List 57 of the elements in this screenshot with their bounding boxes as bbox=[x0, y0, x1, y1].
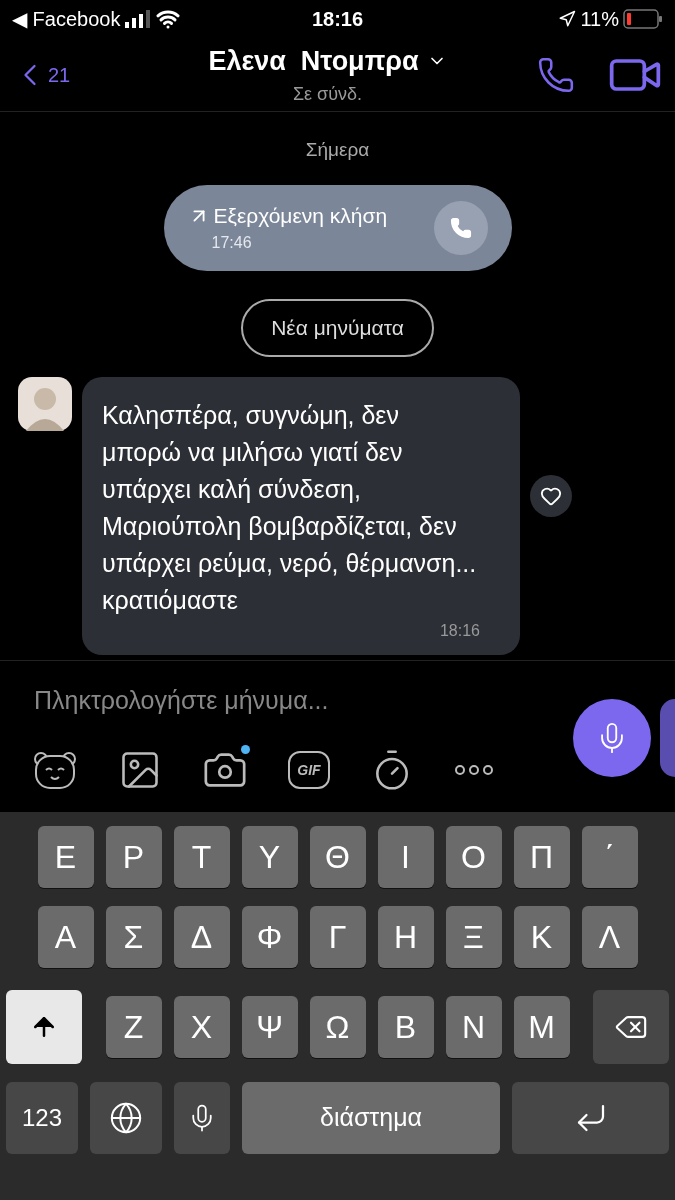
keyboard-key[interactable]: Ε bbox=[37, 826, 94, 888]
keyboard-key[interactable]: Δ bbox=[173, 906, 230, 968]
battery-percent: 11% bbox=[580, 7, 619, 32]
message-time: 18:16 bbox=[439, 620, 480, 641]
message-text: Καλησπέρα, συγνώμη, δεν μπορώ να μιλήσω γιατί δεν υπάρχει καλή σύνδεση, Μαριούπολη βομβαρδίζεται, δεν υπάρχει ρεύμα, νερό, θέρμανση... κρατιόμαστε bbox=[102, 399, 478, 616]
send-button[interactable] bbox=[660, 699, 675, 777]
keyboard-key[interactable]: Ζ bbox=[105, 996, 162, 1058]
back-button[interactable]: 21 bbox=[12, 56, 132, 93]
call-time: 17:46 bbox=[210, 233, 253, 254]
like-button[interactable] bbox=[530, 474, 572, 517]
space-key[interactable]: διάστημα bbox=[242, 1082, 500, 1154]
keyboard-key[interactable]: Χ bbox=[173, 996, 230, 1058]
keyboard-key[interactable]: Σ bbox=[105, 906, 162, 968]
keyboard-key[interactable]: Μ bbox=[513, 996, 570, 1058]
clock: 18:16 bbox=[310, 7, 365, 32]
keyboard-key[interactable]: Κ bbox=[513, 906, 570, 968]
keyboard-key[interactable]: Ψ bbox=[241, 996, 298, 1058]
call-bubble[interactable]: Εξερχόμενη κλήση 17:46 bbox=[163, 184, 512, 271]
keyboard-key[interactable]: Γ bbox=[309, 906, 366, 968]
keyboard-key[interactable]: Λ bbox=[581, 906, 638, 968]
message-input[interactable]: Πληκτρολογήστε μήνυμα... bbox=[34, 673, 554, 727]
keyboard-key[interactable]: Ξ bbox=[445, 906, 502, 968]
numbers-key[interactable]: 123 bbox=[6, 1082, 78, 1154]
keyboard-key[interactable]: Η bbox=[377, 906, 434, 968]
back-app-link[interactable]: ◀ Facebook bbox=[12, 4, 121, 34]
sticker-icon[interactable] bbox=[32, 750, 78, 790]
keyboard-key[interactable]: Ν bbox=[445, 996, 502, 1058]
location-icon bbox=[558, 10, 577, 28]
phone-icon[interactable] bbox=[537, 55, 575, 94]
contact-status: Σε σύνδ. bbox=[292, 83, 363, 107]
shift-key[interactable] bbox=[6, 990, 82, 1064]
call-label: Εξερχόμενη κλήση bbox=[213, 202, 388, 229]
keyboard-key[interactable]: Α bbox=[37, 906, 94, 968]
more-icon[interactable] bbox=[454, 764, 494, 776]
keyboard-key[interactable]: Ι bbox=[377, 826, 434, 888]
contact-name[interactable]: Ελενα Ντομπρα bbox=[208, 40, 419, 82]
dictation-key[interactable] bbox=[174, 1082, 230, 1154]
gif-button[interactable]: GIF bbox=[288, 751, 330, 789]
globe-icon bbox=[109, 1101, 143, 1135]
keyboard-key[interactable]: Ο bbox=[445, 826, 502, 888]
keyboard-key[interactable]: Τ bbox=[173, 826, 230, 888]
keyboard-key[interactable]: Υ bbox=[241, 826, 298, 888]
battery-icon bbox=[623, 9, 663, 29]
globe-key[interactable] bbox=[90, 1082, 162, 1154]
keyboard-key[interactable]: Β bbox=[377, 996, 434, 1058]
delete-key[interactable] bbox=[593, 990, 669, 1064]
keyboard-key[interactable]: Θ bbox=[309, 826, 366, 888]
keyboard-key[interactable]: Ρ bbox=[105, 826, 162, 888]
new-messages-button[interactable]: Νέα μηνύματα bbox=[241, 298, 434, 357]
date-divider: Σήμερα bbox=[305, 138, 370, 162]
signal-icon bbox=[124, 10, 153, 28]
keyboard-key[interactable]: Φ bbox=[241, 906, 298, 968]
phone-icon bbox=[449, 216, 472, 239]
keyboard-key[interactable]: Π bbox=[513, 826, 570, 888]
keyboard-key[interactable]: ΄ bbox=[581, 826, 638, 888]
avatar[interactable] bbox=[18, 376, 72, 431]
keyboard-key[interactable]: Ω bbox=[309, 996, 366, 1058]
